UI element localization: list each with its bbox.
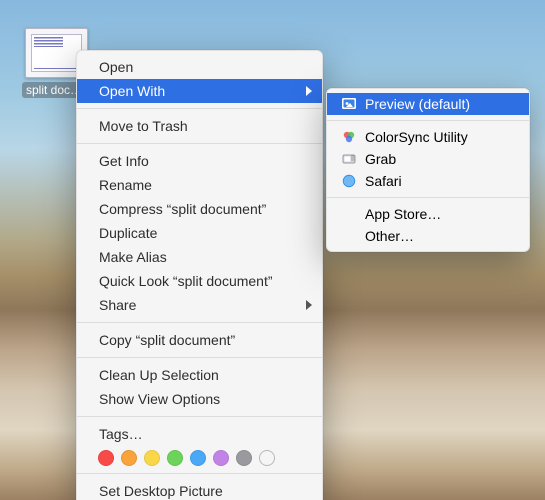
submenu-item-grab[interactable]: Grab (327, 148, 529, 170)
submenu-item-label: Preview (default) (365, 96, 470, 112)
grab-icon (341, 151, 357, 167)
spacer-icon (341, 206, 357, 222)
menu-item-rename[interactable]: Rename (77, 173, 322, 197)
tag-orange[interactable] (121, 450, 137, 466)
colorsync-icon (341, 129, 357, 145)
menu-item-compress[interactable]: Compress “split document” (77, 197, 322, 221)
submenu-arrow-icon (306, 86, 312, 96)
submenu-item-preview[interactable]: Preview (default) (327, 93, 529, 115)
menu-item-label: Open With (99, 83, 165, 99)
menu-item-get-info[interactable]: Get Info (77, 149, 322, 173)
tag-yellow[interactable] (144, 450, 160, 466)
menu-item-open-with[interactable]: Open With (77, 79, 322, 103)
separator (77, 108, 322, 109)
separator (77, 143, 322, 144)
menu-item-make-alias[interactable]: Make Alias (77, 245, 322, 269)
separator (327, 120, 529, 121)
separator (77, 416, 322, 417)
separator (77, 322, 322, 323)
menu-item-open[interactable]: Open (77, 55, 322, 79)
tag-green[interactable] (167, 450, 183, 466)
separator (327, 197, 529, 198)
submenu-arrow-icon (306, 300, 312, 310)
tag-red[interactable] (98, 450, 114, 466)
desktop: split document Open Open With Move to Tr… (0, 0, 545, 500)
menu-item-move-to-trash[interactable]: Move to Trash (77, 114, 322, 138)
menu-item-clean-up[interactable]: Clean Up Selection (77, 363, 322, 387)
separator (77, 357, 322, 358)
tag-gray[interactable] (236, 450, 252, 466)
menu-item-duplicate[interactable]: Duplicate (77, 221, 322, 245)
menu-item-label: Share (99, 297, 136, 313)
submenu-item-other[interactable]: Other… (327, 225, 529, 247)
submenu-item-label: Grab (365, 151, 396, 167)
submenu-item-label: App Store… (365, 206, 441, 222)
separator (77, 473, 322, 474)
menu-item-tags[interactable]: Tags… (77, 422, 322, 446)
submenu-item-app-store[interactable]: App Store… (327, 203, 529, 225)
preview-icon (341, 96, 357, 112)
spacer-icon (341, 228, 357, 244)
submenu-item-safari[interactable]: Safari (327, 170, 529, 192)
submenu-item-label: Safari (365, 173, 402, 189)
safari-icon (341, 173, 357, 189)
menu-item-quick-look[interactable]: Quick Look “split document” (77, 269, 322, 293)
submenu-item-label: Other… (365, 228, 414, 244)
context-menu: Open Open With Move to Trash Get Info Re… (76, 50, 323, 500)
submenu-item-colorsync[interactable]: ColorSync Utility (327, 126, 529, 148)
tags-row (77, 446, 322, 468)
menu-item-set-desktop-picture[interactable]: Set Desktop Picture (77, 479, 322, 500)
tag-none[interactable] (259, 450, 275, 466)
menu-item-share[interactable]: Share (77, 293, 322, 317)
open-with-submenu: Preview (default) ColorSync Utility Grab… (326, 88, 530, 252)
tag-blue[interactable] (190, 450, 206, 466)
tag-purple[interactable] (213, 450, 229, 466)
menu-item-copy[interactable]: Copy “split document” (77, 328, 322, 352)
menu-item-view-options[interactable]: Show View Options (77, 387, 322, 411)
submenu-item-label: ColorSync Utility (365, 129, 468, 145)
